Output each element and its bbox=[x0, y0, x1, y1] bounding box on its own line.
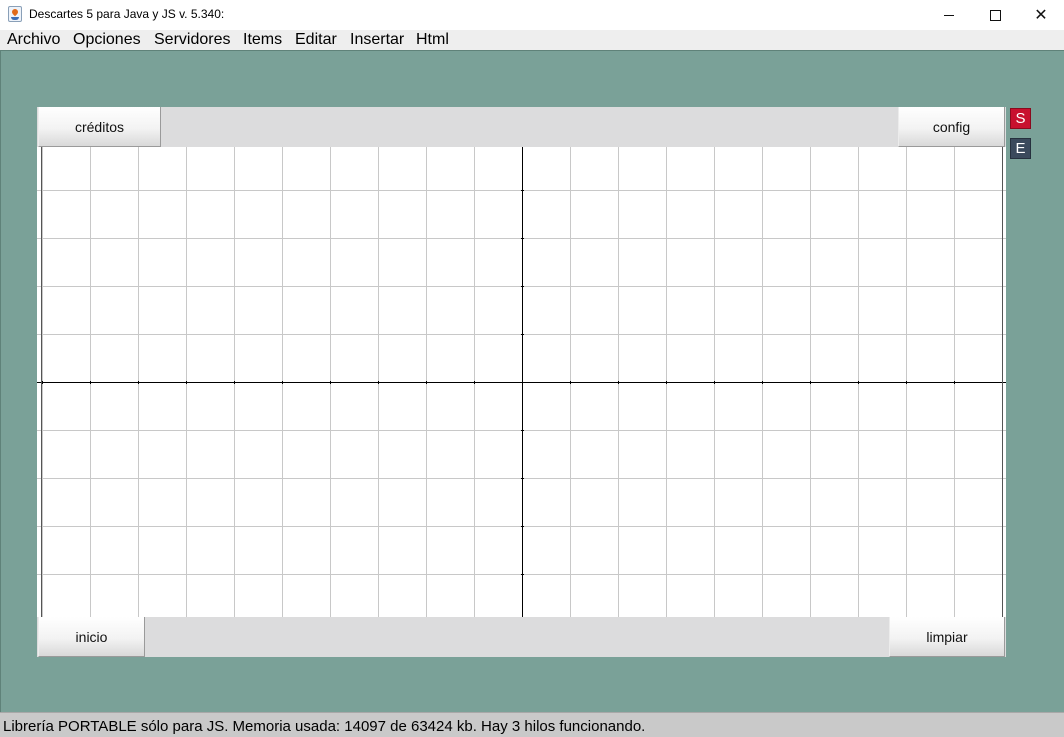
minimize-button[interactable] bbox=[926, 0, 972, 30]
menu-archivo[interactable]: Archivo bbox=[7, 31, 60, 49]
maximize-button[interactable] bbox=[972, 0, 1018, 30]
status-text: Librería PORTABLE sólo para JS. Memoria … bbox=[3, 718, 646, 735]
inicio-button[interactable]: inicio bbox=[38, 617, 145, 657]
limpiar-button[interactable]: limpiar bbox=[889, 617, 1005, 657]
close-icon: ✕ bbox=[1034, 5, 1048, 24]
menu-bar: Archivo Opciones Servidores Items Editar… bbox=[0, 30, 1064, 50]
close-button[interactable]: ✕ bbox=[1018, 0, 1064, 30]
minimize-icon bbox=[944, 14, 954, 16]
menu-editar[interactable]: Editar bbox=[295, 31, 337, 49]
java-icon bbox=[8, 6, 22, 22]
side-s-button[interactable]: S bbox=[1010, 108, 1031, 129]
top-button-bar bbox=[37, 107, 1006, 147]
window-title: Descartes 5 para Java y JS v. 5.340: bbox=[29, 7, 225, 21]
maximize-icon bbox=[989, 9, 1001, 21]
config-button[interactable]: config bbox=[898, 107, 1005, 147]
graph-canvas[interactable] bbox=[37, 147, 1006, 617]
coordinate-grid bbox=[37, 147, 1006, 617]
status-bar: Librería PORTABLE sólo para JS. Memoria … bbox=[0, 712, 1064, 737]
creditos-button[interactable]: créditos bbox=[38, 107, 161, 147]
menu-html[interactable]: Html bbox=[416, 31, 449, 49]
side-e-button[interactable]: E bbox=[1010, 138, 1031, 159]
menu-opciones[interactable]: Opciones bbox=[73, 31, 141, 49]
menu-servidores[interactable]: Servidores bbox=[154, 31, 230, 49]
menu-items[interactable]: Items bbox=[243, 31, 282, 49]
title-bar: Descartes 5 para Java y JS v. 5.340: ✕ bbox=[0, 0, 1064, 30]
bottom-button-bar bbox=[37, 617, 1006, 657]
menu-insertar[interactable]: Insertar bbox=[350, 31, 404, 49]
